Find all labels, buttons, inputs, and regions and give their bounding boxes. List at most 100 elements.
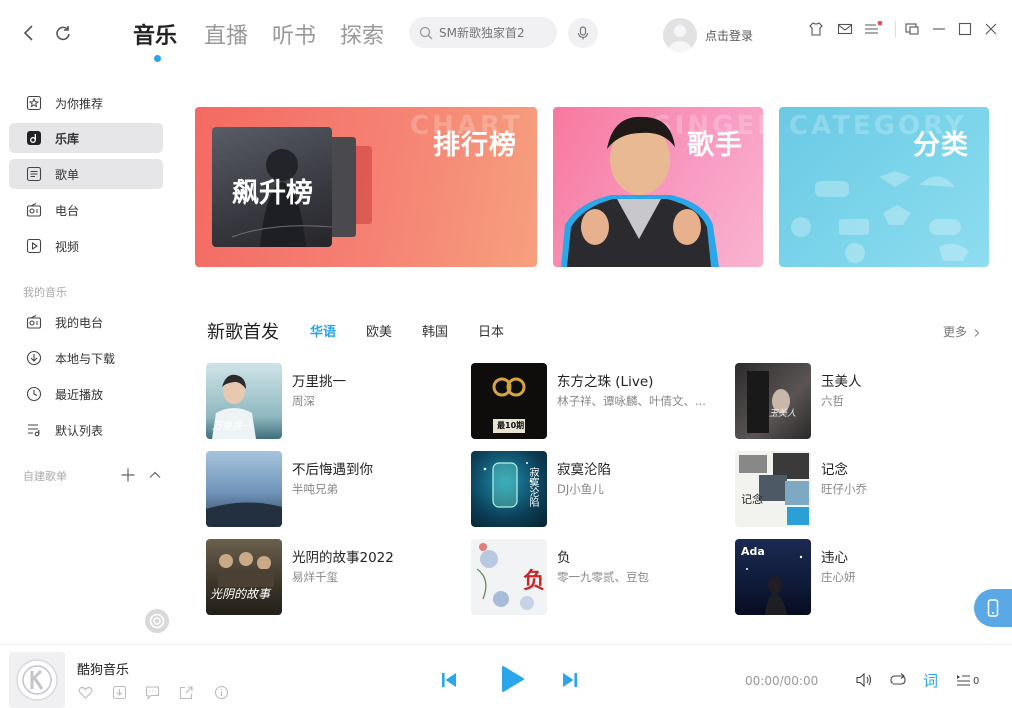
sidebar-item-label: 乐库 <box>55 131 80 146</box>
sidebar-item-label: 最近播放 <box>55 387 104 402</box>
mini-mode-icon[interactable] <box>904 21 920 37</box>
sidebar-item-my-radio[interactable]: 我的电台 <box>9 307 163 337</box>
sidebar-item-radio[interactable]: 电台 <box>9 195 163 225</box>
tab-live[interactable]: 直播 <box>204 18 248 50</box>
minimize-icon[interactable] <box>931 21 947 37</box>
cover-text: 最10期 <box>497 421 525 430</box>
voice-search-button[interactable] <box>568 18 598 48</box>
video-icon <box>26 238 42 254</box>
banner-singers[interactable]: SINGER 歌手 <box>553 107 763 267</box>
menu-icon[interactable] <box>864 21 882 37</box>
song-artist[interactable]: 庄心妍 <box>821 569 856 585</box>
download-icon[interactable] <box>112 685 127 700</box>
info-icon[interactable] <box>214 685 229 700</box>
sidebar-item-label: 本地与下载 <box>55 351 116 366</box>
previous-track-icon[interactable] <box>439 670 459 690</box>
custom-playlists-heading: 自建歌单 <box>23 470 67 483</box>
microphone-icon <box>575 25 591 41</box>
maximize-icon[interactable] <box>957 21 973 37</box>
song-title: 记念 <box>821 462 848 478</box>
sidebar-item-label: 电台 <box>55 203 80 218</box>
share-icon[interactable] <box>179 685 194 700</box>
playlist-queue-icon[interactable] <box>955 671 973 689</box>
tab-chinese[interactable]: 华语 <box>310 321 336 340</box>
album-cover <box>206 451 282 527</box>
cover-text: 负 <box>523 569 546 594</box>
tab-korean[interactable]: 韩国 <box>422 321 448 340</box>
chart-cover: 飙升榜 <box>212 127 332 247</box>
song-item[interactable]: 玉美人 玉美人 六哲 <box>735 363 985 439</box>
assistant-icon[interactable] <box>145 609 169 633</box>
add-playlist-icon[interactable] <box>120 467 136 483</box>
star-icon <box>26 95 42 111</box>
song-item[interactable]: 记念 记念 旺仔小乔 <box>735 451 985 527</box>
song-title: 光阴的故事2022 <box>292 550 394 566</box>
chevron-up-icon[interactable] <box>147 467 163 483</box>
sidebar-item-default-list[interactable]: 默认列表 <box>9 415 163 445</box>
banner-categories[interactable]: CATEGORY 分类 <box>779 107 989 267</box>
song-item[interactable]: 不后悔遇到你 半吨兄弟 <box>206 451 456 527</box>
song-item[interactable]: Ada 违心 庄心妍 <box>735 539 985 615</box>
cover-text: Ada <box>741 545 765 558</box>
now-playing-cover[interactable] <box>9 652 65 708</box>
download-icon <box>26 350 42 366</box>
sidebar-item-video[interactable]: 视频 <box>9 231 163 261</box>
sidebar-item-library[interactable]: 乐库 <box>9 123 163 153</box>
back-icon[interactable] <box>20 23 40 43</box>
banner-charts[interactable]: CHART 飙升榜 排行榜 <box>195 107 537 267</box>
mail-icon[interactable] <box>837 21 853 37</box>
next-track-icon[interactable] <box>560 670 580 690</box>
tab-music[interactable]: 音乐 <box>133 18 177 50</box>
mobile-connect-button[interactable] <box>974 589 1012 627</box>
kugou-logo-icon <box>15 658 59 702</box>
tab-audiobook[interactable]: 听书 <box>272 18 316 50</box>
playlist-icon <box>26 166 42 182</box>
app-window: 音乐 直播 听书 探索 点击登录 为你推荐 <box>0 0 1012 708</box>
search-box[interactable] <box>409 17 557 48</box>
tab-explore[interactable]: 探索 <box>340 18 384 50</box>
sidebar-item-recent[interactable]: 最近播放 <box>9 379 163 409</box>
tab-japanese[interactable]: 日本 <box>478 321 504 340</box>
song-artist[interactable]: 六哲 <box>821 393 844 409</box>
song-artist[interactable]: 林子祥、谭咏麟、叶倩文、... <box>557 393 706 409</box>
song-title: 违心 <box>821 550 848 566</box>
song-artist[interactable]: 半吨兄弟 <box>292 481 338 497</box>
song-artist[interactable]: 易烊千玺 <box>292 569 338 585</box>
song-title: 万里挑一 <box>292 374 346 390</box>
play-button[interactable] <box>497 664 527 694</box>
comment-icon[interactable] <box>145 685 160 700</box>
sidebar-item-local-download[interactable]: 本地与下载 <box>9 343 163 373</box>
song-artist[interactable]: 旺仔小乔 <box>821 481 867 497</box>
playback-time: 00:00/00:00 <box>745 674 819 688</box>
song-item[interactable]: 负 负 零一九零贰、豆包 <box>471 539 721 615</box>
song-title: 东方之珠 (Live) <box>557 374 654 390</box>
search-icon <box>419 26 433 40</box>
avatar[interactable] <box>663 18 697 52</box>
chevron-right-icon <box>973 328 981 338</box>
more-label: 更多 <box>943 325 968 339</box>
refresh-icon[interactable] <box>53 23 73 43</box>
album-cover: 记念 <box>735 451 811 527</box>
sidebar-item-recommend[interactable]: 为你推荐 <box>9 88 163 118</box>
song-item[interactable]: 光阴的故事 光阴的故事2022 易烊千玺 <box>206 539 456 615</box>
radio-icon <box>26 314 42 330</box>
song-artist[interactable]: 零一九零贰、豆包 <box>557 569 649 585</box>
song-item[interactable]: 寂寞沦陷 寂寞沦陷 DJ小鱼儿 <box>471 451 721 527</box>
repeat-icon[interactable] <box>889 671 907 689</box>
song-artist[interactable]: 周深 <box>292 393 315 409</box>
heart-icon[interactable] <box>78 685 93 700</box>
song-item[interactable]: 万里挑一 万里挑一 周深 <box>206 363 456 439</box>
lyrics-button[interactable]: 词 <box>923 670 938 691</box>
song-item[interactable]: 最10期 东方之珠 (Live) 林子祥、谭咏麟、叶倩文、... <box>471 363 721 439</box>
skin-icon[interactable] <box>808 21 824 37</box>
cover-text: 寂寞沦陷 <box>527 467 538 507</box>
song-artist[interactable]: DJ小鱼儿 <box>557 481 604 497</box>
login-link[interactable]: 点击登录 <box>705 27 753 44</box>
more-link[interactable]: 更多 <box>943 323 981 340</box>
sidebar-item-playlists[interactable]: 歌单 <box>9 159 163 189</box>
tab-western[interactable]: 欧美 <box>366 321 392 340</box>
search-input[interactable] <box>439 25 549 40</box>
volume-icon[interactable] <box>855 671 873 689</box>
close-icon[interactable] <box>983 21 999 37</box>
sidebar-item-label: 默认列表 <box>55 423 104 438</box>
